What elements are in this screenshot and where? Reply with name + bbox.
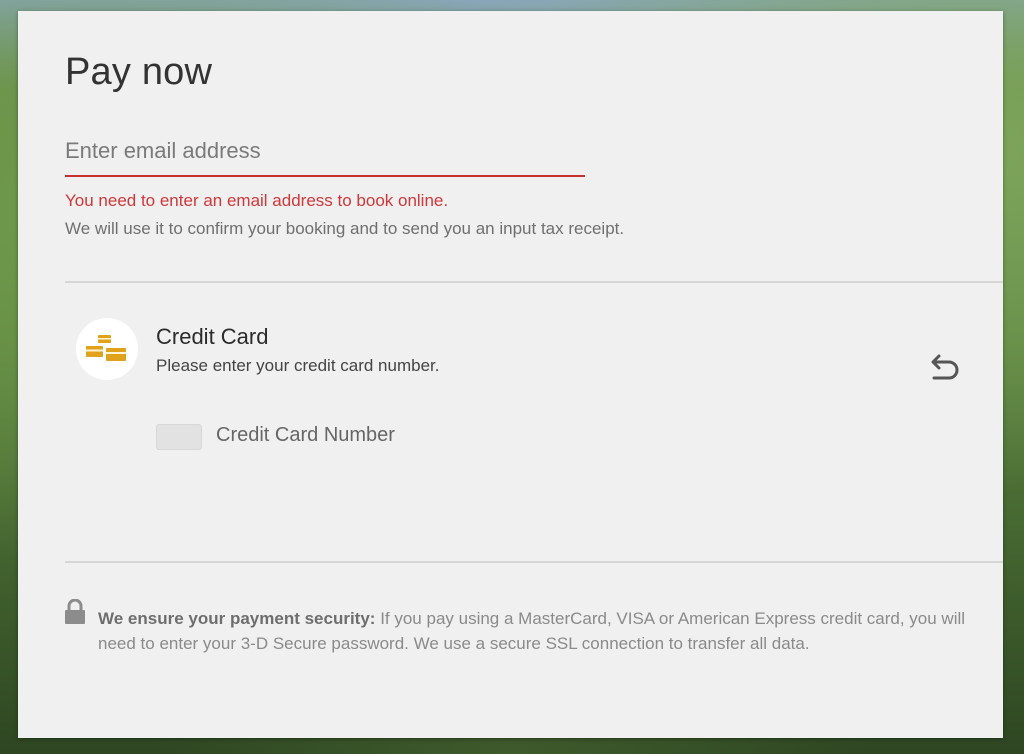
undo-icon[interactable] — [926, 353, 962, 385]
email-input[interactable] — [65, 133, 585, 169]
section-divider — [65, 561, 1003, 563]
page-title: Pay now — [65, 51, 213, 93]
card-number-label[interactable]: Credit Card Number — [216, 424, 395, 447]
payment-method-subtitle: Please enter your credit card number. — [156, 356, 440, 375]
security-heading: We ensure your payment security: — [98, 609, 376, 628]
card-number-input[interactable] — [156, 424, 202, 450]
payment-panel: Pay now You need to enter an email addre… — [18, 11, 1003, 738]
credit-cards-icon — [76, 318, 138, 380]
section-divider — [65, 281, 1003, 283]
lock-icon — [64, 598, 86, 625]
payment-method-title: Credit Card — [156, 324, 269, 349]
email-field-wrapper — [65, 133, 585, 177]
email-error-message: You need to enter an email address to bo… — [65, 191, 449, 210]
security-notice: We ensure your payment security: If you … — [98, 606, 968, 656]
email-help-text: We will use it to confirm your booking a… — [65, 219, 625, 238]
